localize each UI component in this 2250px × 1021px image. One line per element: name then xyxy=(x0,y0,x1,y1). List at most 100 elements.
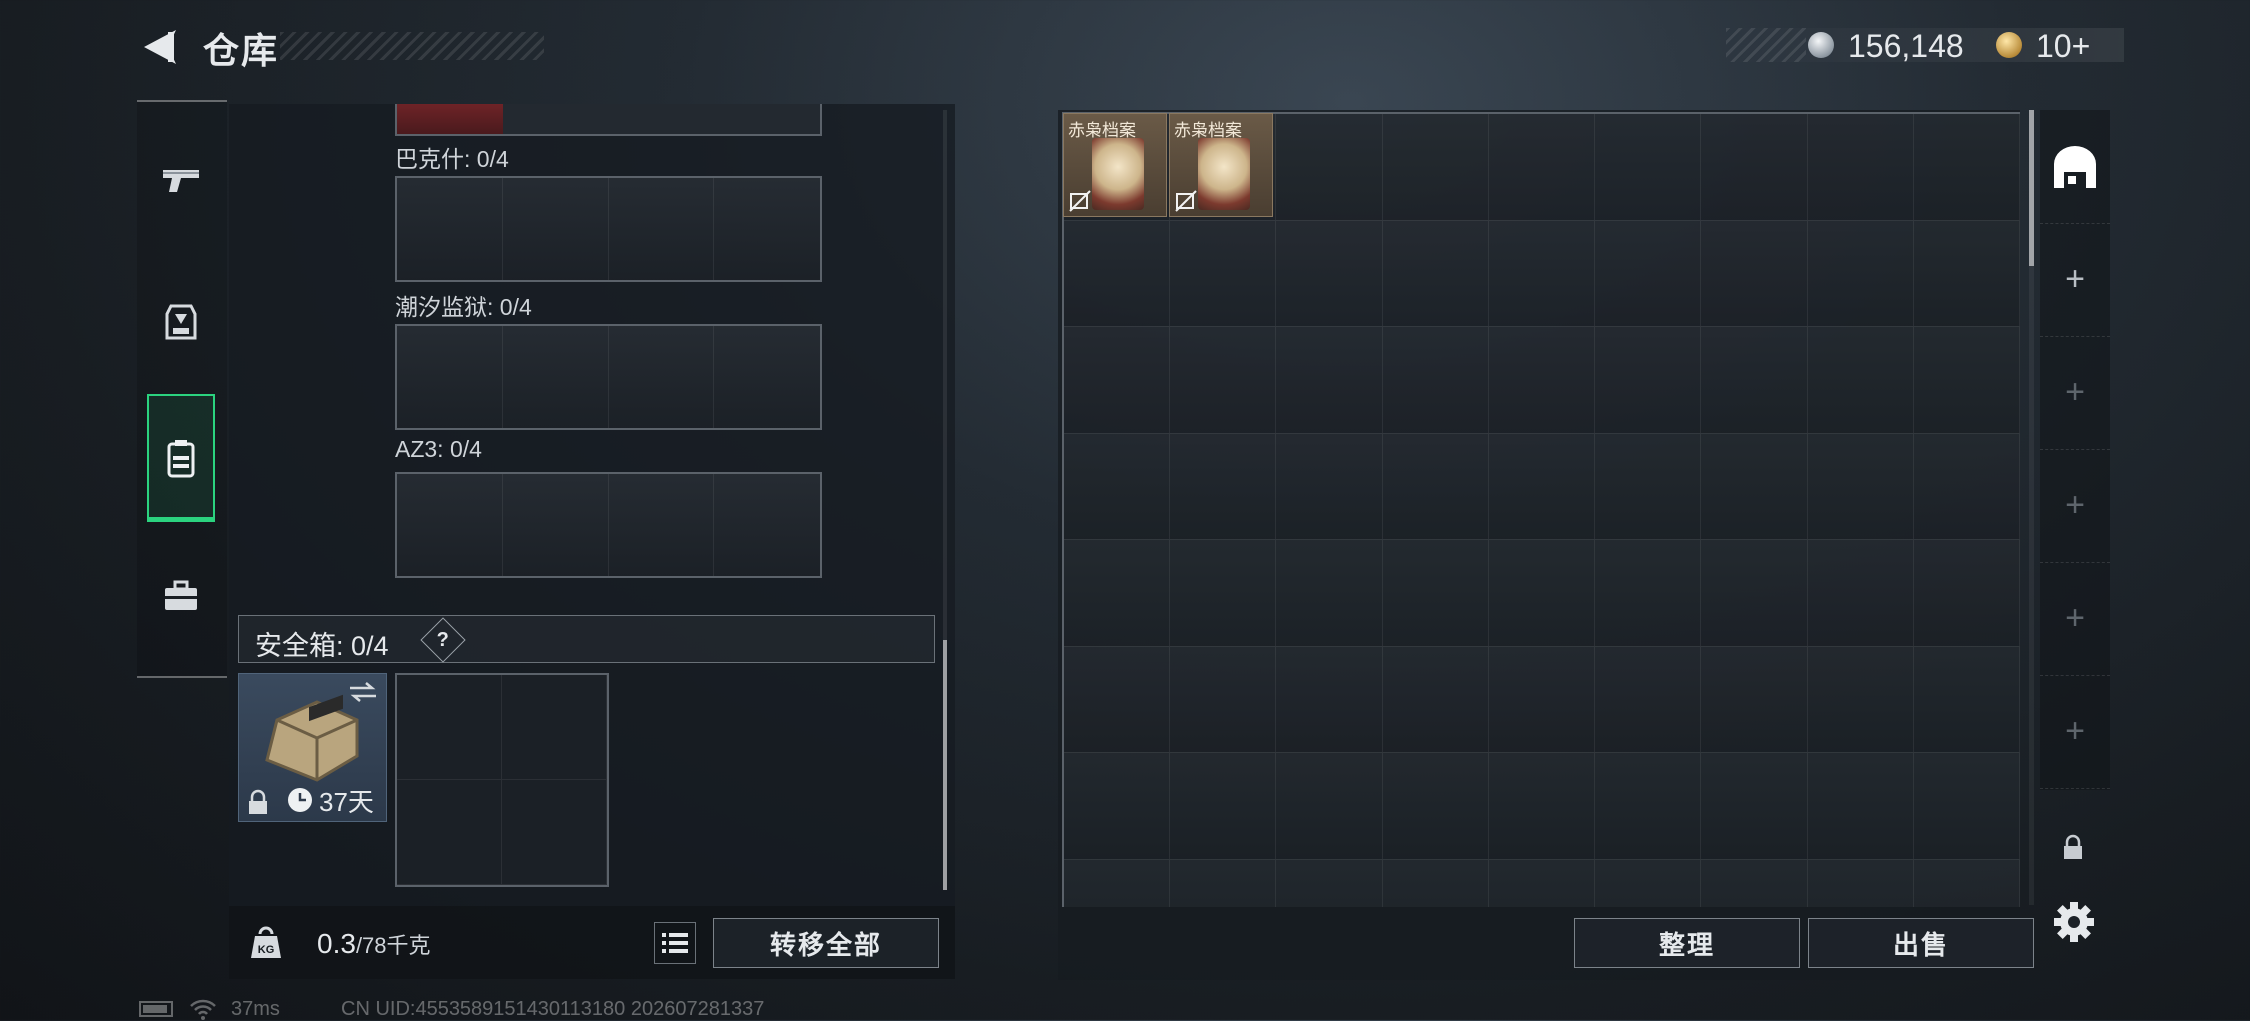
tab-armor[interactable] xyxy=(147,258,215,386)
stash-cell[interactable] xyxy=(1595,859,1702,907)
grid-cell[interactable] xyxy=(397,326,503,428)
stash-cell[interactable] xyxy=(1701,114,1808,221)
swap-icon[interactable] xyxy=(348,680,378,704)
stash-cell[interactable] xyxy=(1170,433,1277,540)
stash-cell[interactable] xyxy=(1170,753,1277,860)
stash-cell[interactable] xyxy=(1913,114,2020,221)
stash-cell[interactable] xyxy=(1913,327,2020,434)
stash-cell[interactable] xyxy=(1807,220,1914,327)
stash-cell[interactable] xyxy=(1595,433,1702,540)
stash-cell[interactable] xyxy=(1382,114,1489,221)
stash-cell[interactable] xyxy=(1595,114,1702,221)
stash-cell[interactable] xyxy=(1701,540,1808,647)
stash-cell[interactable] xyxy=(1064,220,1171,327)
add-stash-page-button[interactable]: + xyxy=(2040,223,2110,337)
slot-grid[interactable] xyxy=(395,472,822,578)
stash-cell[interactable] xyxy=(1276,753,1383,860)
grid-cell[interactable] xyxy=(397,474,503,576)
stash-cell[interactable] xyxy=(1382,753,1489,860)
stash-cell[interactable] xyxy=(1276,859,1383,907)
stash-cell[interactable] xyxy=(1064,646,1171,753)
stash-cell[interactable] xyxy=(1488,753,1596,860)
gear-icon[interactable] xyxy=(2052,900,2096,944)
safebox-item[interactable]: 37天 xyxy=(238,673,387,822)
stash-cell[interactable] xyxy=(1701,433,1808,540)
grid-cell[interactable] xyxy=(609,326,715,428)
stash-cell[interactable] xyxy=(1382,540,1489,647)
stash-cell[interactable] xyxy=(1170,327,1277,434)
stash-cell[interactable] xyxy=(1701,327,1808,434)
slot-grid[interactable] xyxy=(395,324,822,430)
grid-cell[interactable] xyxy=(609,474,715,576)
stash-cell[interactable] xyxy=(1064,753,1171,860)
list-view-button[interactable] xyxy=(654,922,696,964)
stash-scrollbar-thumb[interactable] xyxy=(2029,110,2034,266)
stash-cell[interactable] xyxy=(1701,646,1808,753)
add-stash-page-button[interactable]: + xyxy=(2040,449,2110,563)
stash-cell[interactable] xyxy=(1170,540,1277,647)
slot-grid[interactable] xyxy=(395,176,822,282)
stash-cell[interactable] xyxy=(1595,327,1702,434)
stash-cell[interactable] xyxy=(1595,753,1702,860)
stash-cell[interactable] xyxy=(1913,433,2020,540)
stash-cell[interactable] xyxy=(1276,327,1383,434)
grid-cell[interactable] xyxy=(714,178,820,280)
add-stash-page-button[interactable]: + xyxy=(2040,336,2110,450)
grid-cell[interactable] xyxy=(503,326,609,428)
grid-cell[interactable] xyxy=(609,178,715,280)
tab-weapons[interactable] xyxy=(147,116,215,244)
back-arrow-icon[interactable] xyxy=(138,26,180,68)
grid-cell[interactable] xyxy=(714,474,820,576)
add-stash-page-button[interactable]: + xyxy=(2040,675,2110,789)
stash-cell[interactable] xyxy=(1276,220,1383,327)
equipped-item-partial[interactable] xyxy=(397,104,503,134)
stash-cell[interactable] xyxy=(1488,433,1596,540)
stash-cell[interactable] xyxy=(1170,859,1277,907)
stash-item[interactable]: 赤枭档案 xyxy=(1063,113,1167,217)
sort-button[interactable]: 整理 xyxy=(1574,918,1800,968)
stash-cell[interactable] xyxy=(1382,327,1489,434)
stash-cell[interactable] xyxy=(1382,220,1489,327)
grid-cell[interactable] xyxy=(503,474,609,576)
stash-cell[interactable] xyxy=(1807,753,1914,860)
grid-cell[interactable] xyxy=(714,326,820,428)
help-icon[interactable]: ? xyxy=(420,617,466,663)
stash-cell[interactable] xyxy=(1064,327,1171,434)
scrollbar-thumb[interactable] xyxy=(943,640,947,890)
stash-cell[interactable] xyxy=(1488,220,1596,327)
stash-cell[interactable] xyxy=(1807,646,1914,753)
stash-cell[interactable] xyxy=(1488,859,1596,907)
grid-cell[interactable] xyxy=(397,675,502,780)
stash-cell[interactable] xyxy=(1701,859,1808,907)
stash-cell[interactable] xyxy=(1701,220,1808,327)
stash-cell[interactable] xyxy=(1807,540,1914,647)
stash-cell[interactable] xyxy=(1276,114,1383,221)
grid-cell[interactable] xyxy=(503,178,609,280)
stash-cell[interactable] xyxy=(1488,540,1596,647)
stash-cell[interactable] xyxy=(1488,327,1596,434)
grid-cell[interactable] xyxy=(397,780,502,885)
stash-cell[interactable] xyxy=(1382,433,1489,540)
stash-cell[interactable] xyxy=(1807,114,1914,221)
stash-cell[interactable] xyxy=(1382,646,1489,753)
stash-cell[interactable] xyxy=(1064,540,1171,647)
stash-cell[interactable] xyxy=(1276,540,1383,647)
sell-button[interactable]: 出售 xyxy=(1808,918,2034,968)
stash-cell[interactable] xyxy=(1488,646,1596,753)
stash-cell[interactable] xyxy=(1595,540,1702,647)
stash-cell[interactable] xyxy=(1913,753,2020,860)
tab-briefcase[interactable] xyxy=(147,532,215,660)
stash-cell[interactable] xyxy=(1382,859,1489,907)
grid-cell[interactable] xyxy=(397,178,503,280)
grid-cell[interactable] xyxy=(502,675,607,780)
stash-cell[interactable] xyxy=(1807,433,1914,540)
transfer-all-button[interactable]: 转移全部 xyxy=(713,918,939,968)
stash-cell[interactable] xyxy=(1701,753,1808,860)
stash-page-main[interactable] xyxy=(2040,110,2110,224)
stash-cell[interactable] xyxy=(1595,646,1702,753)
stash-item[interactable]: 赤枭档案 xyxy=(1169,113,1273,217)
gold-amount[interactable]: 10+ xyxy=(2036,28,2090,65)
tab-backpack[interactable] xyxy=(147,394,215,522)
stash-cell[interactable] xyxy=(1913,859,2020,907)
safebox-grid[interactable] xyxy=(395,673,609,887)
